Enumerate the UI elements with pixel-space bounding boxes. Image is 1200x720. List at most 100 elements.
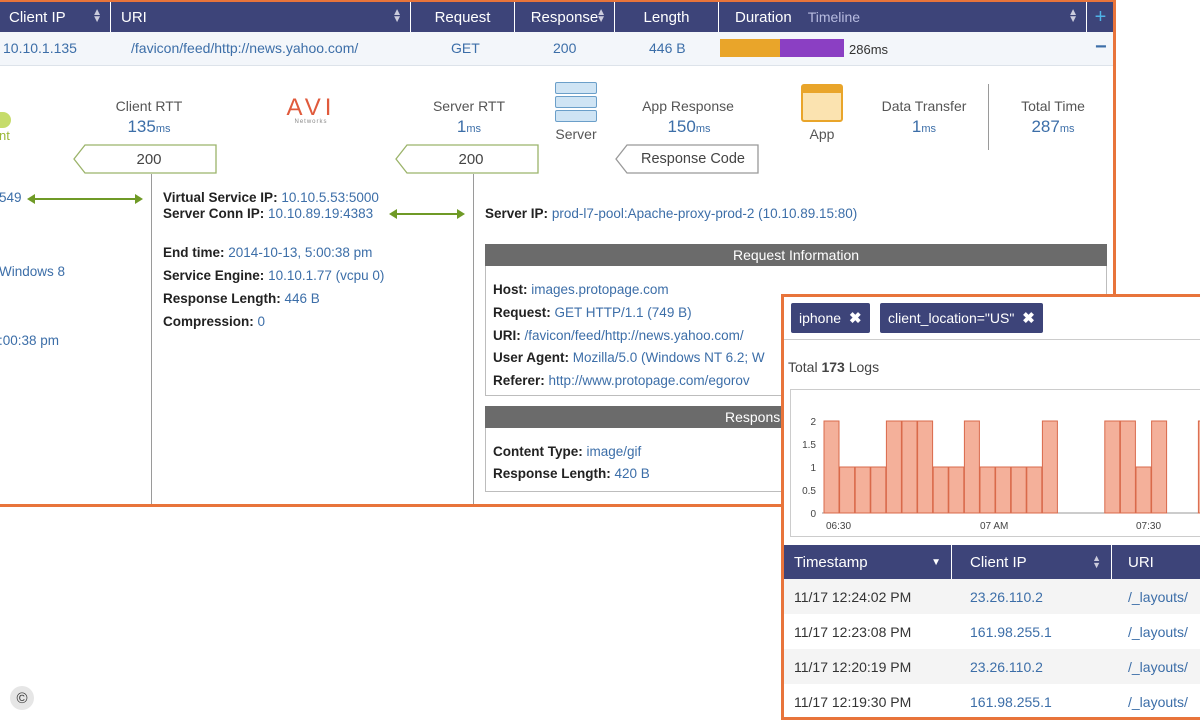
uri-cell[interactable]: /_layouts/ (1128, 624, 1188, 640)
sort-icon[interactable]: ▲ ▼ (1092, 554, 1101, 570)
divider (473, 174, 474, 504)
histogram-bar[interactable] (1010, 466, 1027, 514)
y-tick-label: 1 (810, 463, 816, 474)
add-column-button[interactable]: + (1087, 2, 1113, 32)
histogram-bar[interactable] (870, 466, 887, 514)
histogram-bar[interactable] (901, 420, 918, 514)
histogram-bar[interactable] (885, 420, 902, 514)
response-code-label: Response Code (641, 151, 745, 167)
col-header-label: Response (530, 8, 599, 26)
copyright-mark: © (10, 686, 34, 710)
histogram-bar[interactable] (917, 420, 934, 514)
remove-filter-icon[interactable]: ✖ (849, 309, 862, 327)
app-response-label: App Response (642, 98, 734, 114)
remove-filter-icon[interactable]: ✖ (1022, 309, 1035, 327)
table-row[interactable]: 11/17 12:23:08 PM 161.98.255.1 /_layouts… (784, 614, 1200, 649)
timestamp-cell: 11/17 12:24:02 PM (794, 589, 912, 605)
col-header-label: Client IP (970, 553, 1027, 571)
histogram-bar[interactable] (948, 466, 965, 514)
collapse-row-button[interactable]: − (1095, 36, 1107, 59)
histogram-bar[interactable] (1041, 420, 1058, 514)
uri-cell[interactable]: /_layouts/ (1128, 694, 1188, 710)
table-row[interactable]: 11/17 12:20:19 PM 23.26.110.2 /_layouts/ (784, 649, 1200, 684)
histogram-bar[interactable] (1104, 420, 1121, 514)
log-search-panel: iphone ✖ client_location="US" ✖ Total 17… (781, 294, 1200, 720)
histogram-bar[interactable] (932, 466, 949, 514)
sort-icon[interactable]: ▲ ▼ (392, 8, 402, 25)
histogram-bar[interactable] (963, 420, 980, 514)
histogram-bar[interactable] (854, 466, 871, 514)
uri-cell[interactable]: /favicon/feed/http://news.yahoo.com/ (131, 40, 358, 56)
histogram-bar[interactable] (1119, 420, 1136, 514)
sort-icon[interactable]: ▲ ▼ (1068, 8, 1078, 25)
filter-chip-label: client_location="US" (888, 310, 1015, 326)
host-row: Host: images.protopage.com (493, 282, 669, 297)
client-rtt-label: Client RTT (115, 98, 183, 114)
filter-chip-iphone[interactable]: iphone ✖ (791, 303, 870, 333)
total-time-value: 287ms (1031, 117, 1075, 136)
length-cell: 446 B (649, 40, 686, 56)
client-response-code: 200 (136, 151, 162, 168)
server-conn-ip-row: Server Conn IP: 10.10.89.19:4383 (163, 206, 374, 221)
histogram-bar[interactable] (823, 420, 840, 514)
col-header-client-ip[interactable]: Client IP ▲ ▼ (952, 545, 1112, 579)
client-ip-cell[interactable]: 161.98.255.1 (970, 624, 1052, 640)
client-ip-cell[interactable]: 161.98.255.1 (970, 694, 1052, 710)
col-header-length[interactable]: Length (615, 2, 719, 32)
col-header-response[interactable]: Response ▲ ▼ (515, 2, 615, 32)
content-type-row: Content Type: image/gif (493, 444, 642, 459)
client-ip-cell[interactable]: 23.26.110.2 (970, 659, 1043, 675)
col-header-timestamp[interactable]: Timestamp ▼ (784, 545, 952, 579)
divider (784, 339, 1200, 340)
response-len-row: Response Length: 420 B (493, 466, 650, 481)
histogram-bar[interactable] (1151, 420, 1168, 514)
filter-chip-location[interactable]: client_location="US" ✖ (880, 303, 1043, 333)
col-header-label: Timestamp (794, 553, 868, 571)
col-header-request[interactable]: Request (411, 2, 515, 32)
server-connection-arrow (389, 209, 465, 219)
sort-icon[interactable]: ▲ ▼ (596, 8, 606, 25)
end-time-row: End time: 2014-10-13, 5:00:38 pm (163, 245, 373, 260)
compression-row: Compression: 0 (163, 314, 266, 329)
timeline-bar-server (780, 39, 844, 57)
service-engine-row: Service Engine: 10.10.1.77 (vcpu 0) (163, 268, 385, 283)
app-icon (801, 84, 843, 122)
uri-row: URI: /favicon/feed/http://news.yahoo.com… (493, 328, 744, 343)
app-label: App (809, 126, 835, 142)
data-transfer-value: 1ms (911, 117, 937, 136)
table-row[interactable]: 11/17 12:19:30 PM 161.98.255.1 /_layouts… (784, 684, 1200, 717)
server-rtt-label: Server RTT (432, 98, 506, 114)
sort-desc-icon[interactable]: ▼ (931, 557, 941, 568)
histogram-bar[interactable] (1026, 466, 1043, 514)
client-ip-cell[interactable]: 23.26.110.2 (970, 589, 1043, 605)
histogram-bar[interactable] (979, 466, 996, 514)
uri-cell[interactable]: /_layouts/ (1128, 589, 1188, 605)
col-header-label: URI (121, 8, 147, 26)
logs-histogram-chart[interactable]: 2 1.5 1 0.5 0 06:30 07 AM 07:30 (790, 389, 1200, 537)
histogram-bar[interactable] (839, 466, 856, 514)
client-port-value: 549 (0, 190, 22, 205)
col-header-label: Duration (735, 8, 792, 26)
server-icon (555, 82, 597, 124)
col-header-client-ip[interactable]: Client IP ▲ ▼ (0, 2, 111, 32)
histogram-bar[interactable] (1135, 466, 1152, 514)
duration-cell: 286ms (849, 42, 889, 57)
col-header-uri[interactable]: URI ▲ ▼ (111, 2, 411, 32)
col-header-duration[interactable]: Duration Timeline ▲ ▼ (719, 2, 1087, 32)
request-info-header: Request Information (485, 244, 1107, 266)
sort-icon[interactable]: ▲ ▼ (92, 8, 102, 25)
x-tick-label: 07:30 (1136, 521, 1161, 532)
uri-cell[interactable]: /_layouts/ (1128, 659, 1188, 675)
table-row[interactable]: 11/17 12:24:02 PM 23.26.110.2 /_layouts/ (784, 579, 1200, 614)
client-connection-arrow (27, 194, 143, 204)
user-agent-row: User Agent: Mozilla/5.0 (Windows NT 6.2;… (493, 350, 765, 365)
y-tick-label: 0.5 (802, 486, 816, 497)
server-label: Server (555, 126, 597, 142)
client-ip-cell[interactable]: 10.10.1.135 (3, 40, 77, 56)
referer-row: Referer: http://www.protopage.com/egorov (493, 373, 750, 388)
col-header-label: Request (434, 8, 491, 26)
client-os-value: Windows 8 (0, 264, 66, 279)
histogram-bar[interactable] (995, 466, 1012, 514)
col-header-uri[interactable]: URI (1112, 545, 1200, 579)
client-rtt-value: 135ms (127, 117, 171, 136)
